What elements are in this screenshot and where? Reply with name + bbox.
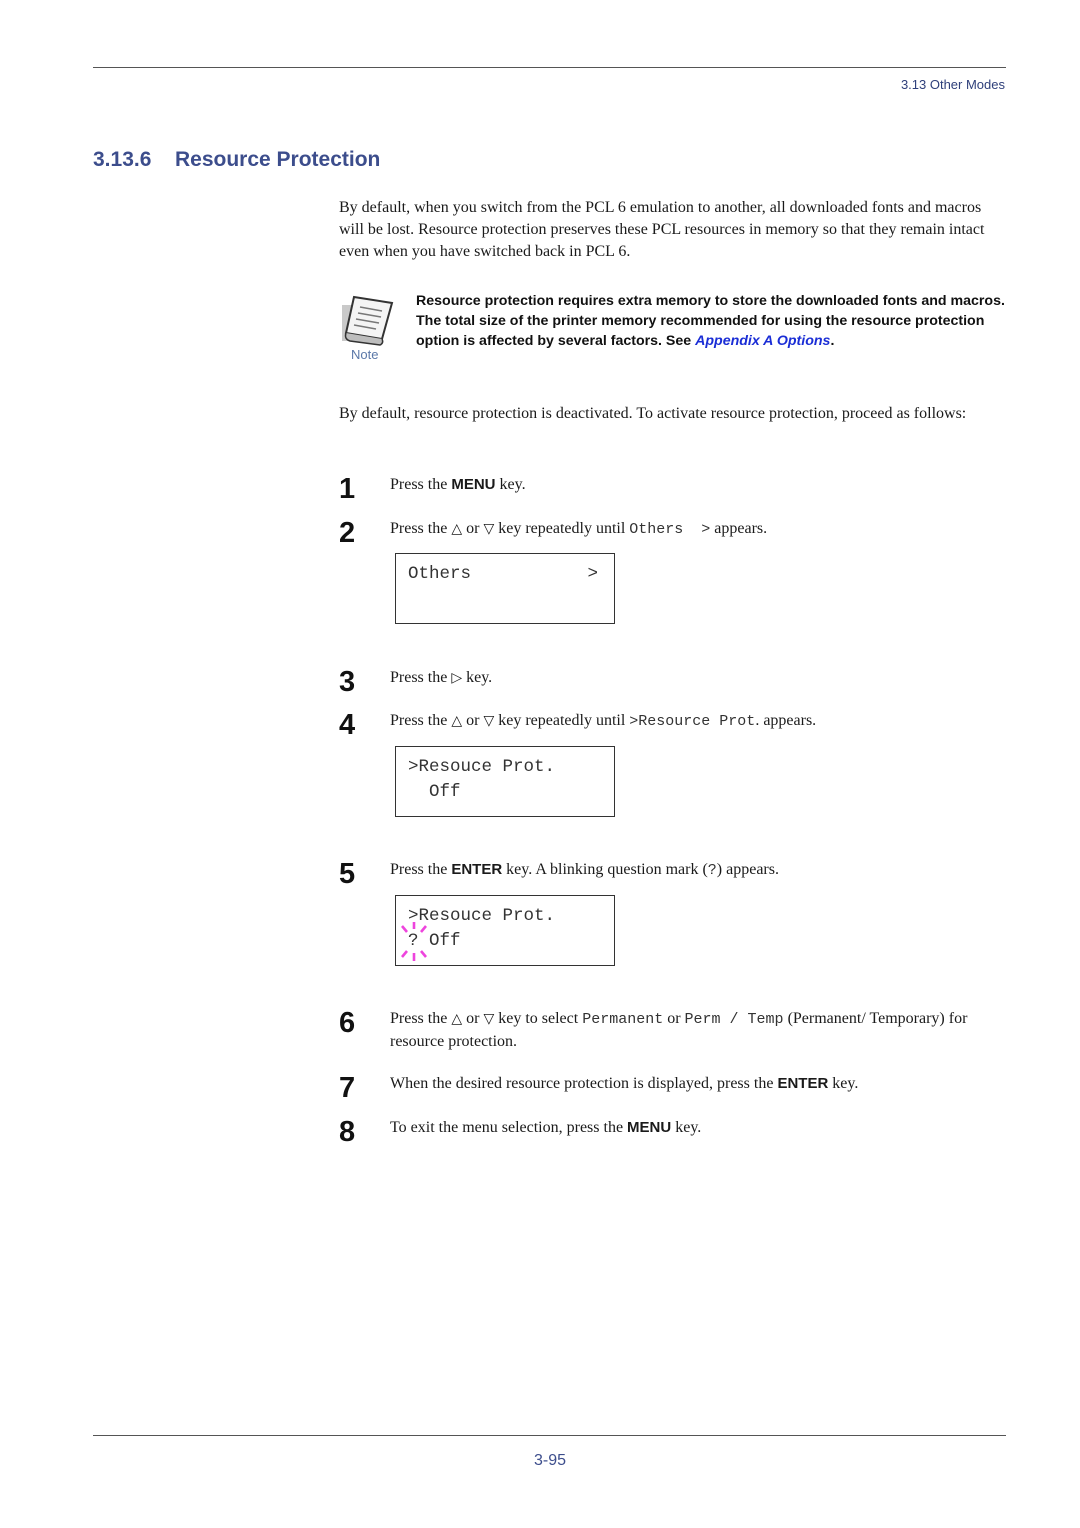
down-triangle-icon: ▽ bbox=[483, 713, 495, 729]
step-text: When the desired resource protection is … bbox=[390, 1075, 859, 1092]
section-number: 3.13.6 bbox=[93, 148, 152, 171]
lcd-arrow: > bbox=[587, 564, 598, 584]
header-rule bbox=[93, 67, 1006, 68]
intro-paragraph: By default, when you switch from the PCL… bbox=[339, 199, 985, 260]
lcd-line-1: Others bbox=[408, 564, 472, 584]
code-text: ? bbox=[707, 862, 717, 879]
step-text: To exit the menu selection, press the ME… bbox=[390, 1119, 702, 1136]
step-number: 5 bbox=[339, 858, 356, 890]
step-text: Press the △ or ▽ key repeatedly until >R… bbox=[390, 712, 817, 730]
menu-key-label: MENU bbox=[627, 1119, 672, 1136]
step-number: 3 bbox=[339, 666, 356, 698]
footer-rule bbox=[93, 1435, 1006, 1436]
menu-key-label: MENU bbox=[451, 476, 496, 493]
step-text: Press the △ or ▽ key to select Permanent… bbox=[390, 1010, 968, 1050]
code-text: Perm / Temp bbox=[684, 1011, 784, 1028]
section-heading: 3.13.6 Resource Protection bbox=[93, 148, 380, 172]
blinking-cursor-icon bbox=[401, 922, 427, 961]
step-text: Press the MENU key. bbox=[390, 476, 526, 493]
up-triangle-icon: △ bbox=[451, 713, 463, 729]
code-text: >Resource Prot bbox=[629, 713, 756, 730]
note-text: Resource protection requires extra memor… bbox=[416, 291, 1006, 351]
step-number: 8 bbox=[339, 1116, 356, 1148]
note-end: . bbox=[830, 333, 835, 349]
step-number: 7 bbox=[339, 1072, 356, 1104]
up-triangle-icon: △ bbox=[451, 521, 463, 537]
appendix-link[interactable]: Appendix A Options bbox=[695, 333, 830, 349]
note-label: Note bbox=[351, 347, 379, 362]
code-text: Permanent bbox=[582, 1011, 664, 1028]
down-triangle-icon: ▽ bbox=[483, 1011, 495, 1027]
lcd-display-blinking: >Resouce Prot. ? Off bbox=[395, 895, 615, 966]
right-triangle-icon: ▷ bbox=[451, 670, 463, 686]
enter-key-label: ENTER bbox=[451, 861, 503, 878]
step-number: 1 bbox=[339, 473, 356, 505]
lcd-display-resource-prot: >Resouce Prot. Off bbox=[395, 746, 615, 817]
lcd-display-others: Others > bbox=[395, 553, 615, 624]
running-head: 3.13 Other Modes bbox=[900, 77, 1005, 92]
step-number: 6 bbox=[339, 1007, 356, 1039]
section-title: Resource Protection bbox=[175, 148, 381, 171]
lcd-line-1: >Resouce Prot. bbox=[408, 757, 556, 777]
step-text: Press the ENTER key. A blinking question… bbox=[390, 861, 779, 879]
enter-key-label: ENTER bbox=[777, 1075, 829, 1092]
step-text: Press the ▷ key. bbox=[390, 669, 493, 686]
step-number: 2 bbox=[339, 517, 356, 549]
page-number: 3-95 bbox=[533, 1452, 567, 1469]
code-text: Others > bbox=[629, 521, 711, 538]
lcd-line-2: Off bbox=[408, 782, 461, 802]
down-triangle-icon: ▽ bbox=[483, 521, 495, 537]
step-text: Press the △ or ▽ key repeatedly until Ot… bbox=[390, 520, 768, 538]
up-triangle-icon: △ bbox=[451, 1011, 463, 1027]
activate-paragraph: By default, resource protection is deact… bbox=[339, 405, 967, 422]
step-number: 4 bbox=[339, 709, 356, 741]
